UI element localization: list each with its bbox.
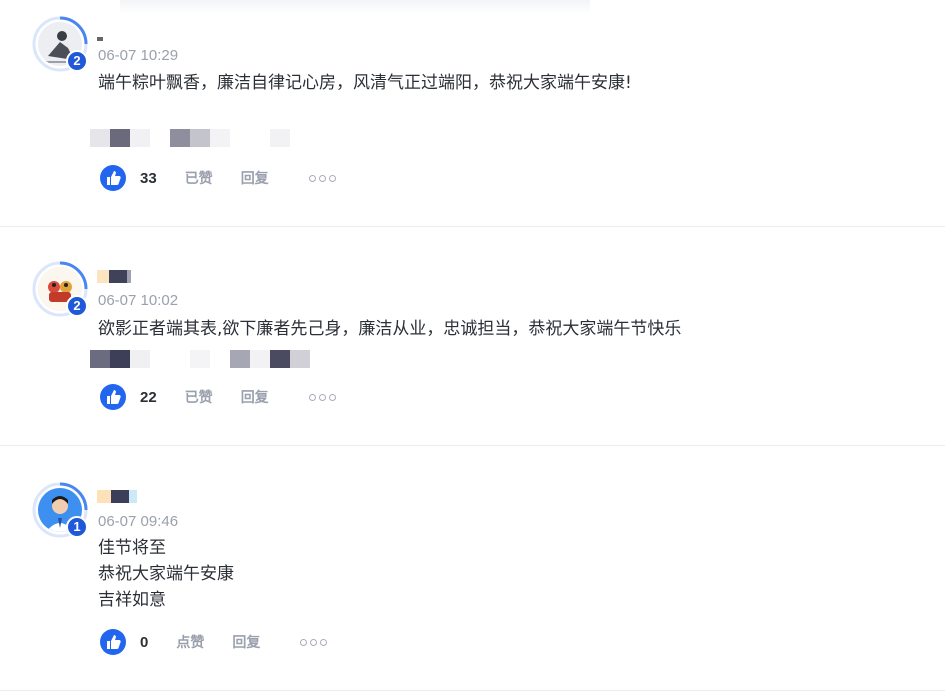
comment-time: 06-07 09:46 <box>98 513 179 530</box>
redacted-image-strip <box>90 350 310 368</box>
comment-item: 1 06-07 09:46 佳节将至 恭祝大家端午安康 吉祥如意 0 点赞 回复 <box>0 446 945 690</box>
comment-line: 佳节将至 <box>98 538 166 558</box>
thumbs-up-icon[interactable] <box>100 629 126 655</box>
like-count: 22 <box>140 388 157 406</box>
thumbs-up-icon[interactable] <box>100 165 126 191</box>
like-button[interactable]: 点赞 <box>176 632 204 652</box>
username-redacted[interactable] <box>97 489 137 503</box>
avatar[interactable]: 1 <box>32 482 88 538</box>
comment-text: 端午粽叶飘香，廉洁自律记心房，风清气正过端阳，恭祝大家端午安康! <box>98 70 632 96</box>
more-dots-icon[interactable] <box>300 638 328 646</box>
redacted-image-strip <box>90 129 290 147</box>
level-badge: 2 <box>66 50 88 72</box>
comment-actions: 0 点赞 回复 <box>100 629 328 655</box>
comment-time: 06-07 10:02 <box>98 292 179 309</box>
like-count: 33 <box>140 169 157 187</box>
more-dots-icon[interactable] <box>308 174 336 182</box>
reply-button[interactable]: 回复 <box>241 387 269 407</box>
liked-button[interactable]: 已赞 <box>185 168 213 188</box>
like-count: 0 <box>140 633 149 651</box>
comment-actions: 22 已赞 回复 <box>100 384 336 410</box>
thumbs-up-icon[interactable] <box>100 384 126 410</box>
level-badge: 1 <box>66 516 88 538</box>
comment-item: 2 06-07 10:02 欲影正者端其表,欲下廉者先己身，廉洁从业，忠诚担当，… <box>0 227 945 445</box>
reply-button[interactable]: 回复 <box>232 632 260 652</box>
comment-text: 欲影正者端其表,欲下廉者先己身，廉洁从业，忠诚担当，恭祝大家端午节快乐 <box>98 316 681 342</box>
comment-line: 吉祥如意 <box>98 590 166 610</box>
avatar[interactable]: 2 <box>32 261 88 317</box>
comment-time: 06-07 10:29 <box>98 47 179 64</box>
comment-text: 佳节将至 恭祝大家端午安康 吉祥如意 <box>98 535 234 613</box>
comment-line: 端午粽叶飘香，廉洁自律记心房，风清气正过端阳，恭祝大家端午安康! <box>98 73 632 93</box>
comment-line: 恭祝大家端午安康 <box>98 564 234 584</box>
reply-button[interactable]: 回复 <box>241 168 269 188</box>
level-badge: 2 <box>66 295 88 317</box>
comment-actions: 33 已赞 回复 <box>100 165 336 191</box>
username-redacted[interactable] <box>97 28 103 42</box>
avatar[interactable]: 2 <box>32 16 88 72</box>
username-redacted[interactable] <box>97 269 131 283</box>
more-dots-icon[interactable] <box>308 393 336 401</box>
comment-item: 2 06-07 10:29 端午粽叶飘香，廉洁自律记心房，风清气正过端阳，恭祝大… <box>0 0 945 226</box>
liked-button[interactable]: 已赞 <box>185 387 213 407</box>
comment-line: 欲影正者端其表,欲下廉者先己身，廉洁从业，忠诚担当，恭祝大家端午节快乐 <box>98 319 682 339</box>
divider <box>0 690 945 691</box>
